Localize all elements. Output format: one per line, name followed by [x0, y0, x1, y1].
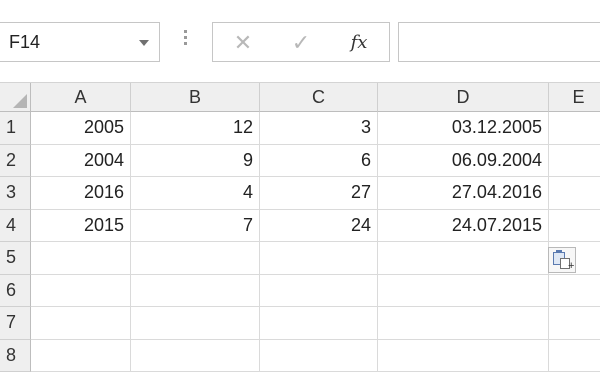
formula-input[interactable]: [398, 22, 600, 62]
row-header-7[interactable]: 7: [0, 307, 31, 340]
cell-d3[interactable]: 27.04.2016: [378, 177, 549, 210]
cell-a5[interactable]: [31, 242, 131, 275]
formula-buttons: ✕ ✓ fx: [212, 22, 390, 62]
cell-a7[interactable]: [31, 307, 131, 340]
cell-b2[interactable]: 9: [131, 145, 260, 178]
cell-e7[interactable]: [549, 307, 600, 340]
cell-e4[interactable]: [549, 210, 600, 243]
column-header-b[interactable]: B: [131, 83, 260, 112]
cell-d7[interactable]: [378, 307, 549, 340]
cell-c5[interactable]: [260, 242, 378, 275]
cell-b1[interactable]: 12: [131, 112, 260, 145]
cell-a8[interactable]: [31, 340, 131, 372]
cell-e8[interactable]: [549, 340, 600, 372]
row-header-6[interactable]: 6: [0, 275, 31, 308]
cell-d8[interactable]: [378, 340, 549, 372]
column-header-e[interactable]: E: [549, 83, 600, 112]
cell-d2[interactable]: 06.09.2004: [378, 145, 549, 178]
select-all-button[interactable]: [0, 83, 31, 112]
chevron-down-icon[interactable]: [139, 40, 149, 46]
drag-handle-icon[interactable]: [184, 30, 188, 52]
cancel-icon[interactable]: ✕: [225, 29, 261, 57]
cell-b6[interactable]: [131, 275, 260, 308]
cell-b8[interactable]: [131, 340, 260, 372]
formula-bar: F14 ✕ ✓ fx: [0, 0, 600, 82]
name-box-value[interactable]: F14: [9, 32, 40, 53]
cell-e2[interactable]: [549, 145, 600, 178]
column-header-d[interactable]: D: [378, 83, 549, 112]
row-header-3[interactable]: 3: [0, 177, 31, 210]
row-header-4[interactable]: 4: [0, 210, 31, 243]
insert-function-button[interactable]: fx: [341, 29, 377, 57]
select-all-icon: [13, 94, 27, 108]
cell-e3[interactable]: [549, 177, 600, 210]
cell-c1[interactable]: 3: [260, 112, 378, 145]
cell-a6[interactable]: [31, 275, 131, 308]
cell-a2[interactable]: 2004: [31, 145, 131, 178]
cell-d5[interactable]: [378, 242, 549, 275]
cell-e6[interactable]: [549, 275, 600, 308]
cell-c6[interactable]: [260, 275, 378, 308]
cell-a4[interactable]: 2015: [31, 210, 131, 243]
cell-d6[interactable]: [378, 275, 549, 308]
cell-a1[interactable]: 2005: [31, 112, 131, 145]
cell-c8[interactable]: [260, 340, 378, 372]
name-box[interactable]: F14: [0, 22, 160, 62]
cell-c3[interactable]: 27: [260, 177, 378, 210]
row-header-5[interactable]: 5: [0, 242, 31, 275]
enter-icon[interactable]: ✓: [283, 29, 319, 57]
paste-options-button[interactable]: +: [548, 247, 576, 273]
cell-d4[interactable]: 24.07.2015: [378, 210, 549, 243]
cell-a3[interactable]: 2016: [31, 177, 131, 210]
cell-e1[interactable]: [549, 112, 600, 145]
cell-c4[interactable]: 24: [260, 210, 378, 243]
cell-b4[interactable]: 7: [131, 210, 260, 243]
cell-c7[interactable]: [260, 307, 378, 340]
cell-b7[interactable]: [131, 307, 260, 340]
row-header-1[interactable]: 1: [0, 112, 31, 145]
cell-b5[interactable]: [131, 242, 260, 275]
cell-b3[interactable]: 4: [131, 177, 260, 210]
spreadsheet-grid: ABCDE1200512303.12.2005220049606.09.2004…: [0, 82, 600, 352]
column-header-c[interactable]: C: [260, 83, 378, 112]
cell-d1[interactable]: 03.12.2005: [378, 112, 549, 145]
row-header-8[interactable]: 8: [0, 340, 31, 372]
cell-c2[interactable]: 6: [260, 145, 378, 178]
row-header-2[interactable]: 2: [0, 145, 31, 178]
column-header-a[interactable]: A: [31, 83, 131, 112]
